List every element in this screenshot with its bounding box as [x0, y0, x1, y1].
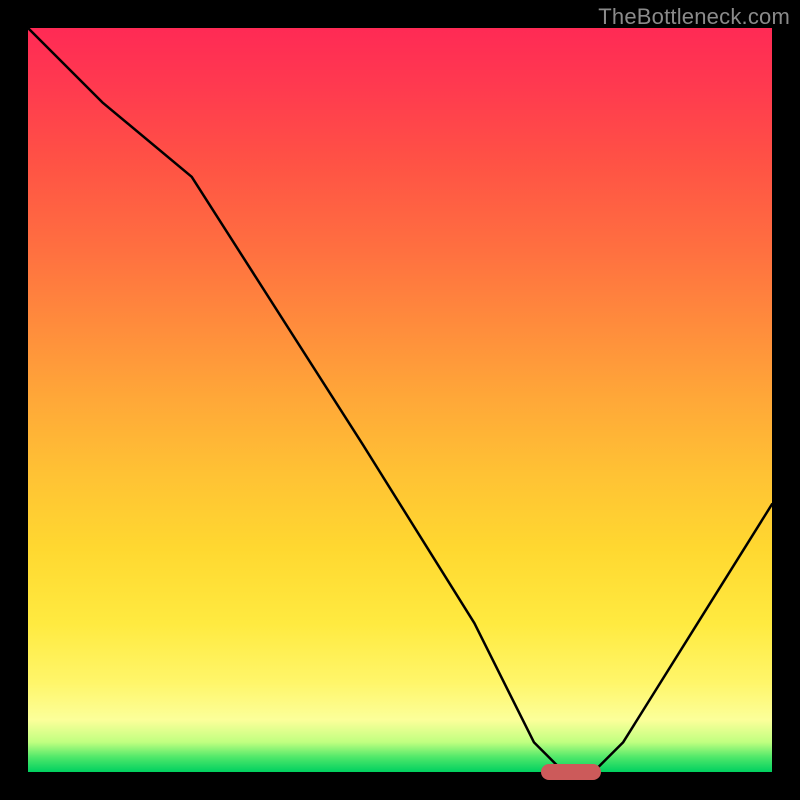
bottleneck-marker: [541, 764, 601, 780]
watermark-text: TheBottleneck.com: [598, 4, 790, 30]
bottleneck-chart: TheBottleneck.com: [0, 0, 800, 800]
gradient-plot-background: [28, 28, 772, 772]
